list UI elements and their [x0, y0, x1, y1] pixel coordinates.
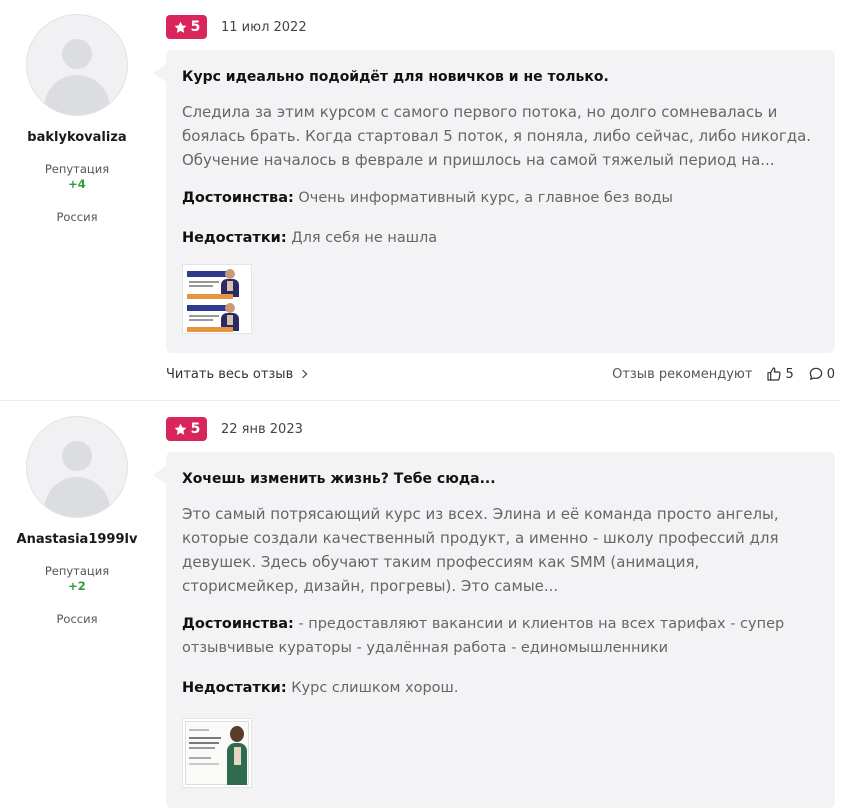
review-pros: Достоинства: - предоставляют вакансии и … — [182, 612, 819, 660]
author-username[interactable]: baklykovaliza — [0, 130, 154, 145]
avatar[interactable] — [26, 416, 128, 518]
review-pros: Достоинства: Очень информативный курс, а… — [182, 186, 819, 210]
review-title: Курс идеально подойдёт для новичков и не… — [182, 69, 609, 85]
author-country: Россия — [56, 612, 98, 626]
reputation-value: +4 — [68, 177, 86, 191]
cons-text: Для себя не нашла — [291, 230, 438, 246]
rating-value: 5 — [190, 19, 201, 35]
author-country: Россия — [56, 210, 98, 224]
star-icon — [174, 21, 187, 33]
review-card: baklykovaliza Репутация +4 Россия 5 11 и… — [0, 0, 841, 401]
review-meta: 5 11 июл 2022 — [166, 15, 307, 39]
review-title: Хочешь изменить жизнь? Тебе сюда... — [182, 471, 496, 487]
avatar[interactable] — [26, 14, 128, 116]
pros-label: Достоинства: — [182, 190, 294, 206]
pros-text: Очень информативный курс, а главное без … — [298, 190, 674, 206]
comments-count: 0 — [826, 366, 835, 382]
review-text: Следила за этим курсом с самого первого … — [182, 103, 812, 169]
comments-button[interactable]: 0 — [808, 366, 835, 382]
reputation-label: Репутация — [44, 162, 110, 176]
review-date: 11 июл 2022 — [221, 19, 307, 35]
review-body: Хочешь изменить жизнь? Тебе сюда... Это … — [153, 452, 835, 808]
pros-label: Достоинства: — [182, 616, 294, 632]
review-author: Anastasia1999lv Репутация +2 Россия — [0, 416, 154, 626]
review-date: 22 янв 2023 — [221, 421, 303, 437]
attachment-thumbnail[interactable] — [182, 264, 252, 334]
cons-label: Недостатки: — [182, 680, 287, 696]
review-cons: Недостатки: Курс слишком хорош. — [182, 676, 819, 700]
recommend-label: Отзыв рекомендуют — [612, 366, 753, 382]
like-button[interactable]: 5 — [766, 366, 794, 382]
review-attachments — [182, 718, 819, 788]
cons-text: Курс слишком хорош. — [291, 680, 459, 696]
likes-count: 5 — [785, 366, 794, 382]
review-cons: Недостатки: Для себя не нашла — [182, 226, 819, 250]
review-card: Anastasia1999lv Репутация +2 Россия 5 22… — [0, 401, 841, 809]
review-body: Курс идеально подойдёт для новичков и не… — [153, 50, 835, 353]
review-attachments — [182, 264, 819, 334]
rating-value: 5 — [190, 421, 201, 437]
read-full-review-link[interactable]: Читать весь отзыв — [166, 366, 308, 382]
star-icon — [174, 423, 187, 435]
chevron-right-icon — [298, 369, 308, 378]
rating-badge: 5 — [166, 15, 207, 39]
author-username[interactable]: Anastasia1999lv — [0, 532, 154, 547]
rating-badge: 5 — [166, 417, 207, 441]
reputation-label: Репутация — [44, 564, 110, 578]
comment-icon — [809, 367, 822, 380]
read-more-label: Читать весь отзыв — [166, 366, 294, 382]
review-meta: 5 22 янв 2023 — [166, 417, 303, 441]
review-author: baklykovaliza Репутация +4 Россия — [0, 14, 154, 224]
cons-label: Недостатки: — [182, 230, 287, 246]
thumbs-up-icon — [767, 367, 782, 381]
review-footer: Читать весь отзыв Отзыв рекомендуют 5 0 — [166, 366, 835, 382]
review-text: Это самый потрясающий курс из всех. Элин… — [182, 505, 779, 595]
attachment-thumbnail[interactable] — [182, 718, 252, 788]
reputation-value: +2 — [68, 579, 86, 593]
